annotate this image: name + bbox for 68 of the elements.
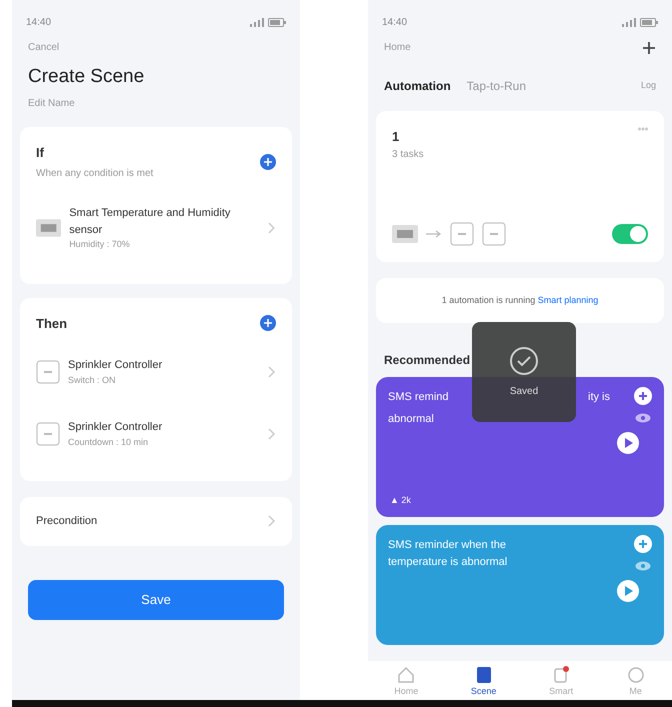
usage-count: ▲ 2k bbox=[390, 494, 411, 506]
chevron-icon bbox=[268, 366, 276, 378]
log-button[interactable]: Log bbox=[640, 79, 656, 93]
signal-icon bbox=[622, 18, 636, 26]
card-title-fragment: abnormal bbox=[388, 412, 434, 426]
info-link[interactable]: Smart planning bbox=[538, 294, 598, 304]
home-icon bbox=[396, 664, 416, 684]
precondition-label: Precondition bbox=[36, 514, 98, 529]
card-title: SMS reminder when the temperature is abnormal bbox=[388, 538, 508, 570]
check-icon bbox=[509, 346, 539, 376]
controller-icon bbox=[482, 222, 506, 246]
eye-icon bbox=[635, 561, 651, 571]
device-row[interactable]: Smart Temperature and Humidity sensor Humidity : 70% bbox=[36, 189, 276, 268]
nav-tab[interactable]: Me bbox=[626, 664, 646, 698]
arrow-icon bbox=[426, 230, 442, 238]
battery-icon bbox=[268, 18, 286, 26]
home-selector[interactable]: Home bbox=[384, 40, 411, 55]
card-title-fragment: SMS remind bbox=[388, 390, 449, 405]
eye-icon bbox=[635, 413, 651, 423]
section-heading: Recommended bbox=[383, 352, 472, 369]
chevron-icon bbox=[268, 428, 276, 440]
sensor-icon bbox=[392, 224, 418, 242]
automation-card[interactable]: 1 3 tasks bbox=[376, 111, 664, 262]
device-name: Sprinkler Controller bbox=[68, 358, 164, 373]
card-title-fragment: ity is bbox=[588, 390, 610, 405]
status-time: 14:40 bbox=[26, 16, 52, 30]
task-count: 3 tasks bbox=[392, 148, 424, 162]
device-detail: Countdown : 10 min bbox=[68, 436, 150, 448]
section-title: Then bbox=[36, 314, 68, 332]
recommendation-card[interactable]: SMS reminder when the temperature is abnormal bbox=[376, 525, 664, 645]
controller-icon bbox=[450, 222, 474, 246]
device-detail: Switch : ON bbox=[68, 374, 117, 386]
tab[interactable]: Tap-to-Run bbox=[466, 77, 526, 95]
chevron-icon bbox=[268, 515, 276, 528]
device-name: Sprinkler Controller bbox=[68, 420, 164, 435]
play-icon[interactable] bbox=[616, 431, 640, 455]
device-detail: Humidity : 70% bbox=[69, 238, 131, 251]
add-icon[interactable] bbox=[634, 387, 652, 405]
device-row[interactable]: Sprinkler Controller Countdown : 10 min bbox=[36, 403, 276, 465]
play-icon[interactable] bbox=[616, 579, 640, 603]
section-subtitle: When any condition is met bbox=[36, 167, 154, 181]
edit-name-link[interactable]: Edit Name bbox=[28, 96, 75, 110]
device-name: Smart Temperature and Humidity sensor bbox=[69, 206, 232, 238]
device-row[interactable]: Sprinkler Controller Switch : ON bbox=[36, 341, 276, 403]
add-icon[interactable] bbox=[642, 40, 656, 54]
info-text: 1 automation is running Smart planning bbox=[376, 278, 664, 323]
section-title: If bbox=[36, 144, 45, 162]
precondition-row[interactable]: Precondition bbox=[20, 497, 292, 546]
battery-icon bbox=[640, 18, 658, 26]
sensor-icon bbox=[36, 219, 62, 238]
nav-tab[interactable]: Smart bbox=[549, 664, 574, 698]
profile-icon bbox=[626, 664, 646, 684]
nav-tab[interactable]: Home bbox=[394, 664, 418, 698]
back-button[interactable]: Cancel bbox=[28, 40, 60, 55]
signal-icon bbox=[250, 18, 264, 26]
add-icon[interactable] bbox=[260, 315, 276, 332]
automation-name: 1 bbox=[392, 128, 400, 146]
add-icon[interactable] bbox=[260, 154, 276, 170]
page-title: Create Scene bbox=[28, 65, 144, 89]
tab[interactable]: Automation bbox=[384, 77, 451, 95]
toggle-switch[interactable] bbox=[612, 224, 648, 244]
controller-icon bbox=[36, 422, 60, 446]
nav-tab[interactable]: Scene bbox=[470, 664, 496, 698]
controller-icon bbox=[36, 360, 60, 384]
toast-text: Saved bbox=[510, 384, 538, 398]
save-button[interactable]: Save bbox=[28, 580, 284, 620]
chevron-icon bbox=[268, 222, 276, 234]
status-time: 14:40 bbox=[382, 16, 408, 30]
